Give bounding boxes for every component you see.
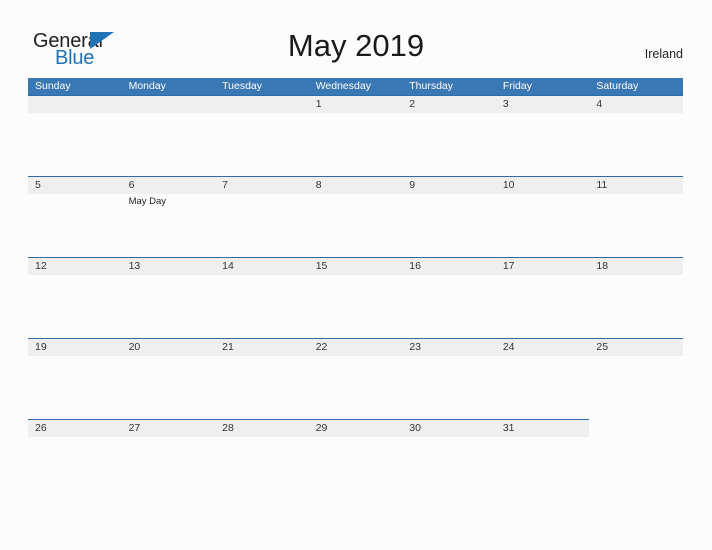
day-cell[interactable]: 2 [402, 95, 496, 176]
day-cell-empty [28, 95, 122, 176]
day-number: 3 [502, 98, 509, 110]
day-cell[interactable]: 4 [589, 95, 683, 176]
day-number: 26 [35, 422, 47, 434]
day-number: 20 [128, 341, 141, 353]
day-number: 6 [128, 179, 135, 191]
page-title: May 2019 [287, 28, 425, 63]
day-number: 4 [596, 98, 603, 110]
day-cell[interactable]: 11 [589, 176, 683, 257]
day-cell-empty [122, 95, 216, 176]
day-number: 17 [502, 260, 515, 272]
weekday-header-sunday: Sunday [35, 80, 71, 92]
day-number: 19 [35, 341, 47, 353]
week-day-cells: 1 2 3 4 [28, 95, 683, 176]
week-day-cells: 26 27 28 29 30 31 [28, 419, 683, 500]
weekday-header-tuesday: Tuesday [222, 80, 263, 92]
weekday-header-saturday: Saturday [596, 80, 639, 92]
day-number: 29 [315, 422, 328, 434]
day-cell[interactable]: 22 [309, 338, 403, 419]
day-cell[interactable]: 18 [589, 257, 683, 338]
day-cell[interactable]: 10 [496, 176, 590, 257]
week-day-cells: 12 13 14 15 16 17 18 [28, 257, 683, 338]
day-cell[interactable]: 12 [28, 257, 122, 338]
day-cell[interactable]: 31 [496, 419, 590, 500]
calendar-weeks: 1 2 3 4 5 6 May Day 7 8 9 10 11 12 13 14 15 16 17 18 19 20 21… [28, 95, 683, 500]
weekday-header-friday: Friday [502, 80, 532, 92]
day-number: 16 [409, 260, 421, 272]
day-number: 13 [128, 260, 141, 272]
day-cell[interactable]: 13 [122, 257, 216, 338]
calendar-week-row: 12 13 14 15 16 17 18 [28, 257, 683, 338]
calendar-week-row: 1 2 3 4 [28, 95, 683, 176]
day-number: 27 [128, 422, 141, 434]
day-cell[interactable]: 8 [309, 176, 403, 257]
day-cell[interactable]: 20 [122, 338, 216, 419]
day-number: 10 [502, 179, 515, 191]
day-number: 9 [409, 179, 416, 191]
day-cell-empty [589, 419, 683, 500]
day-cell[interactable]: 30 [402, 419, 496, 500]
day-number: 8 [315, 179, 322, 191]
day-number: 2 [409, 98, 416, 110]
day-cell[interactable]: 7 [215, 176, 309, 257]
day-cell[interactable]: 16 [402, 257, 496, 338]
day-number: 21 [222, 341, 234, 353]
day-number: 18 [596, 260, 609, 272]
weekday-header-monday: Monday [128, 80, 166, 92]
day-cell[interactable]: 1 [309, 95, 403, 176]
day-cell[interactable]: 26 [28, 419, 122, 500]
day-number: 7 [222, 179, 228, 191]
day-number: 1 [315, 98, 322, 110]
calendar-week-row: 26 27 28 29 30 31 [28, 419, 683, 500]
day-cell[interactable]: 24 [496, 338, 590, 419]
weekday-header-row: Sunday Monday Tuesday Wednesday Thursday… [28, 78, 683, 95]
day-cell[interactable]: 19 [28, 338, 122, 419]
day-cell[interactable]: 21 [215, 338, 309, 419]
day-number: 24 [502, 341, 515, 353]
week-day-cells: 5 6 May Day 7 8 9 10 11 [28, 176, 683, 257]
day-cell-empty [215, 95, 309, 176]
day-number: 22 [315, 341, 328, 353]
calendar-grid: Sunday Monday Tuesday Wednesday Thursday… [28, 78, 683, 500]
day-cell[interactable]: 14 [215, 257, 309, 338]
day-cell[interactable]: 28 [215, 419, 309, 500]
day-event-label: May Day [128, 195, 167, 207]
day-cell[interactable]: 23 [402, 338, 496, 419]
week-day-cells: 19 20 21 22 23 24 25 [28, 338, 683, 419]
day-number: 25 [596, 341, 609, 353]
day-number: 31 [502, 422, 515, 434]
day-number: 14 [222, 260, 234, 272]
day-cell[interactable]: 3 [496, 95, 590, 176]
region-label: Ireland [644, 47, 683, 61]
calendar-week-row: 19 20 21 22 23 24 25 [28, 338, 683, 419]
day-number: 30 [409, 422, 421, 434]
day-number: 28 [222, 422, 234, 434]
day-cell[interactable]: 6 May Day [122, 176, 216, 257]
day-number: 5 [35, 179, 41, 191]
weekday-header-thursday: Thursday [409, 80, 454, 92]
page-header: General Blue May 2019 Ireland [0, 0, 712, 78]
day-cell[interactable]: 29 [309, 419, 403, 500]
day-cell[interactable]: 15 [309, 257, 403, 338]
day-number: 11 [596, 179, 608, 191]
day-number: 23 [409, 341, 421, 353]
calendar-week-row: 5 6 May Day 7 8 9 10 11 [28, 176, 683, 257]
weekday-header-wednesday: Wednesday [315, 80, 371, 92]
day-number: 15 [315, 260, 328, 272]
day-cell[interactable]: 17 [496, 257, 590, 338]
day-cell[interactable]: 9 [402, 176, 496, 257]
day-cell[interactable]: 25 [589, 338, 683, 419]
day-cell[interactable]: 27 [122, 419, 216, 500]
day-number: 12 [35, 260, 47, 272]
day-cell[interactable]: 5 [28, 176, 122, 257]
